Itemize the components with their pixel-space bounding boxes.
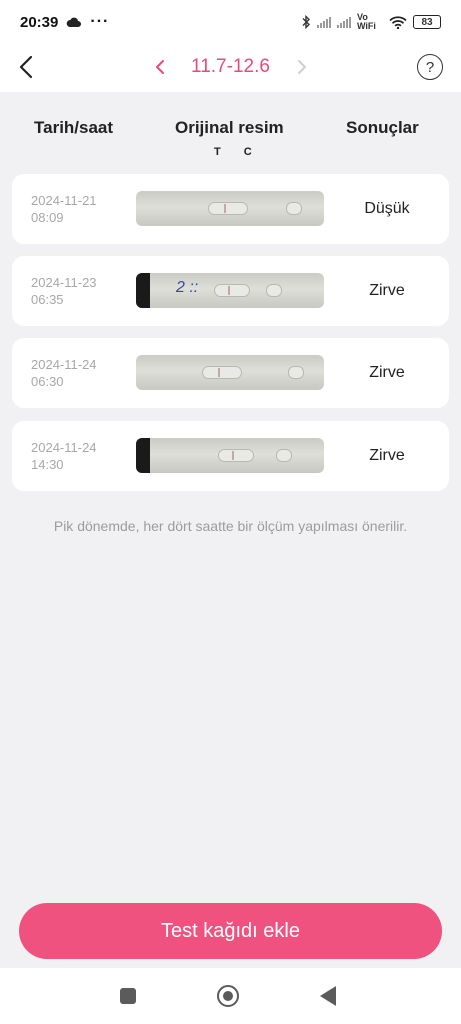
row-result: Zirve bbox=[369, 282, 405, 299]
strip-t-line bbox=[224, 204, 226, 213]
row-datetime: 2024-11-23 06:35 bbox=[31, 274, 97, 308]
strip-t-line bbox=[218, 368, 220, 377]
vowifi-label: Vo WiFi bbox=[357, 12, 376, 31]
strip-t-line bbox=[228, 286, 230, 295]
list-item[interactable]: 2024-11-21 08:09 Düşük bbox=[12, 174, 449, 244]
row-date: 2024-11-23 bbox=[31, 275, 97, 290]
strip-sample-well bbox=[286, 202, 302, 215]
add-test-strip-button[interactable]: Test kağıdı ekle bbox=[19, 903, 442, 959]
chevron-right-icon bbox=[298, 60, 306, 74]
strip-handwriting: 2 :: bbox=[176, 279, 199, 296]
row-result: Zirve bbox=[369, 364, 405, 381]
signal-1-icon bbox=[317, 16, 331, 28]
row-time: 06:30 bbox=[31, 374, 64, 389]
period-label: 11.7-12.6 bbox=[191, 56, 270, 77]
system-nav-bar bbox=[0, 968, 461, 1024]
status-right: Vo WiFi 83 bbox=[301, 13, 441, 31]
row-result: Düşük bbox=[364, 200, 410, 217]
more-dots-icon: ··· bbox=[90, 13, 110, 30]
test-strip-image[interactable] bbox=[136, 438, 324, 473]
wifi-icon bbox=[389, 15, 407, 29]
cloud-icon bbox=[67, 17, 82, 27]
strip-sample-well bbox=[266, 284, 282, 297]
bluetooth-icon bbox=[302, 15, 310, 29]
list-item[interactable]: 2024-11-23 06:35 2 :: Zirve bbox=[12, 256, 449, 326]
row-datetime: 2024-11-21 08:09 bbox=[31, 192, 97, 226]
strip-shadow bbox=[136, 273, 150, 308]
column-header-result: Sonuçlar bbox=[346, 118, 419, 137]
row-date: 2024-11-24 bbox=[31, 357, 97, 372]
recents-button[interactable] bbox=[120, 988, 136, 1004]
battery-icon: 83 bbox=[413, 15, 441, 29]
question-circle-icon: ? bbox=[425, 58, 435, 76]
status-bar: 20:39 ··· Vo WiFi 83 bbox=[0, 0, 461, 44]
strip-window bbox=[202, 366, 242, 379]
column-subheader-tc: T C bbox=[214, 146, 262, 158]
strip-shadow bbox=[136, 438, 150, 473]
row-date: 2024-11-24 bbox=[31, 440, 97, 455]
column-header-image: Orijinal resim bbox=[175, 118, 284, 137]
test-strip-image[interactable] bbox=[136, 355, 324, 390]
strip-sample-well bbox=[276, 449, 292, 462]
list-item[interactable]: 2024-11-24 14:30 Zirve bbox=[12, 421, 449, 491]
strip-sample-well bbox=[288, 366, 304, 379]
row-date: 2024-11-21 bbox=[31, 193, 97, 208]
list-item[interactable]: 2024-11-24 06:30 Zirve bbox=[12, 338, 449, 408]
app-bar: 11.7-12.6 ? bbox=[0, 44, 461, 92]
status-left: 20:39 ··· bbox=[20, 13, 109, 31]
strip-window bbox=[214, 284, 250, 297]
signal-2-icon bbox=[337, 16, 351, 28]
strip-window bbox=[208, 202, 248, 215]
column-header-date: Tarih/saat bbox=[34, 118, 114, 137]
clock: 20:39 bbox=[20, 13, 59, 31]
next-period-button[interactable] bbox=[292, 53, 312, 81]
row-time: 08:09 bbox=[31, 210, 64, 225]
recommendation-hint: Pik dönemde, her dört saatte bir ölçüm y… bbox=[53, 518, 408, 534]
test-strip-image[interactable]: 2 :: bbox=[136, 273, 324, 308]
nav-back-button[interactable] bbox=[320, 986, 336, 1006]
help-button[interactable]: ? bbox=[417, 54, 443, 80]
home-dot-icon bbox=[223, 991, 233, 1001]
row-result: Zirve bbox=[369, 447, 405, 464]
row-time: 06:35 bbox=[31, 292, 64, 307]
strip-t-line bbox=[232, 451, 234, 460]
test-strip-image[interactable] bbox=[136, 191, 324, 226]
row-datetime: 2024-11-24 14:30 bbox=[31, 439, 97, 473]
row-datetime: 2024-11-24 06:30 bbox=[31, 356, 97, 390]
row-time: 14:30 bbox=[31, 457, 64, 472]
home-button[interactable] bbox=[217, 985, 239, 1007]
strip-window bbox=[218, 449, 254, 462]
